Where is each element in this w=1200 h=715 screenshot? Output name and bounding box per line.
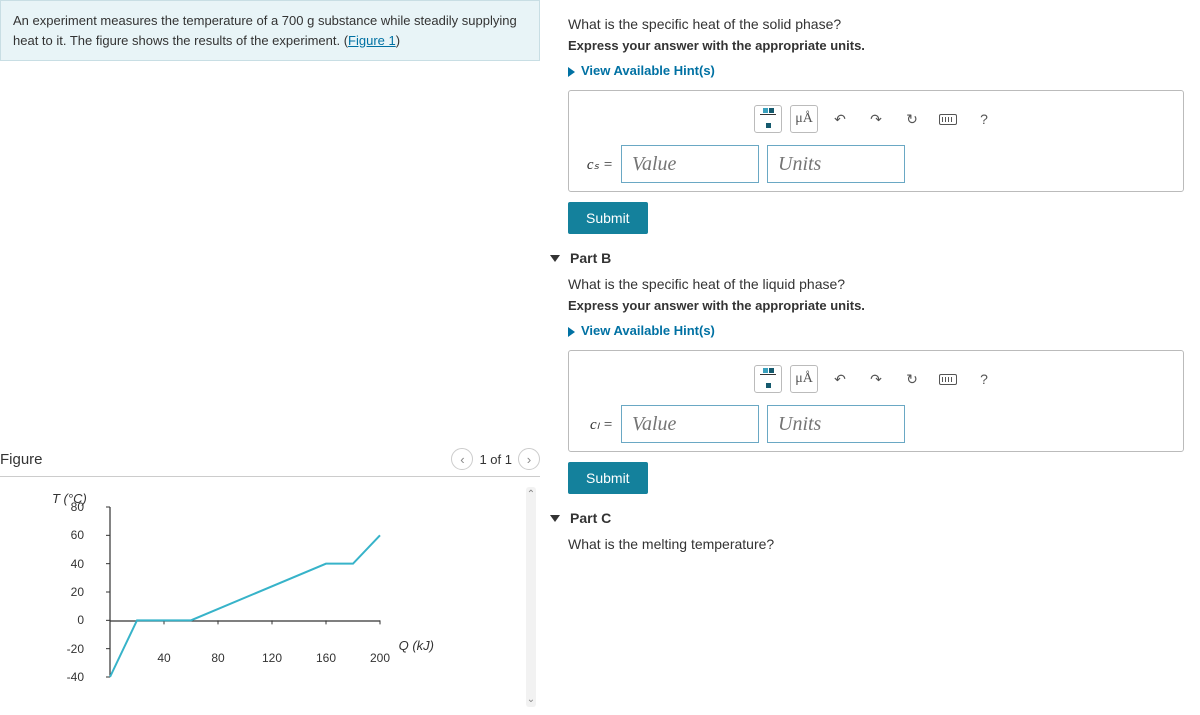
answer-toolbar: μÅ ↶ ↷ ↻ ? [583, 365, 1169, 393]
caret-down-icon [550, 255, 560, 262]
part-a-question: What is the specific heat of the solid p… [568, 16, 1184, 32]
part-a-hints-toggle[interactable]: View Available Hint(s) [568, 63, 1184, 78]
intro-text-post: ) [396, 33, 400, 48]
help-button[interactable]: ? [970, 365, 998, 393]
keyboard-button[interactable] [934, 365, 962, 393]
fraction-tool-button[interactable] [754, 365, 782, 393]
part-b-units-input[interactable] [767, 405, 905, 443]
part-b-question: What is the specific heat of the liquid … [568, 276, 1184, 292]
caret-right-icon [568, 327, 575, 337]
keyboard-icon [939, 114, 957, 125]
pager-prev-button[interactable]: ‹ [451, 448, 473, 470]
figure-link[interactable]: Figure 1 [348, 33, 396, 48]
part-b-hints-toggle[interactable]: View Available Hint(s) [568, 323, 1184, 338]
pager-label: 1 of 1 [479, 452, 512, 467]
heating-curve-chart: T (°C) Q (kJ) -40-20020406080 4080120160… [90, 497, 390, 687]
undo-button[interactable]: ↶ [826, 105, 854, 133]
part-c-header[interactable]: Part C [550, 510, 1184, 526]
reset-button[interactable]: ↻ [898, 365, 926, 393]
chart-svg [90, 497, 390, 687]
redo-button[interactable]: ↷ [862, 105, 890, 133]
part-a-units-input[interactable] [767, 145, 905, 183]
part-a-variable-label: cₛ = [583, 155, 613, 174]
part-b-value-input[interactable] [621, 405, 759, 443]
undo-button[interactable]: ↶ [826, 365, 854, 393]
part-b-label: Part B [570, 250, 611, 266]
fraction-tool-button[interactable] [754, 105, 782, 133]
pager-next-button[interactable]: › [518, 448, 540, 470]
part-b-variable-label: cₗ = [583, 415, 613, 434]
answer-toolbar: μÅ ↶ ↷ ↻ ? [583, 105, 1169, 133]
chart-xlabel: Q (kJ) [399, 638, 434, 653]
part-c-label: Part C [570, 510, 611, 526]
part-a-submit-button[interactable]: Submit [568, 202, 648, 234]
part-c-question: What is the melting temperature? [568, 536, 1184, 552]
redo-button[interactable]: ↷ [862, 365, 890, 393]
keyboard-icon [939, 374, 957, 385]
intro-text: An experiment measures the temperature o… [13, 13, 517, 48]
keyboard-button[interactable] [934, 105, 962, 133]
help-button[interactable]: ? [970, 105, 998, 133]
part-b-header[interactable]: Part B [550, 250, 1184, 266]
part-a-value-input[interactable] [621, 145, 759, 183]
reset-button[interactable]: ↻ [898, 105, 926, 133]
figure-pager: ‹ 1 of 1 › [451, 448, 540, 470]
part-b-instruction: Express your answer with the appropriate… [568, 298, 1184, 313]
caret-down-icon [550, 515, 560, 522]
part-b-answer-box: μÅ ↶ ↷ ↻ ? cₗ = [568, 350, 1184, 452]
part-a-answer-box: μÅ ↶ ↷ ↻ ? cₛ = [568, 90, 1184, 192]
figure-title: Figure [0, 451, 43, 468]
part-b-submit-button[interactable]: Submit [568, 462, 648, 494]
problem-intro: An experiment measures the temperature o… [0, 0, 540, 61]
special-char-button[interactable]: μÅ [790, 105, 818, 133]
special-char-button[interactable]: μÅ [790, 365, 818, 393]
figure-scrollbar[interactable]: ⌃⌄ [526, 487, 536, 707]
caret-right-icon [568, 67, 575, 77]
part-a-instruction: Express your answer with the appropriate… [568, 38, 1184, 53]
